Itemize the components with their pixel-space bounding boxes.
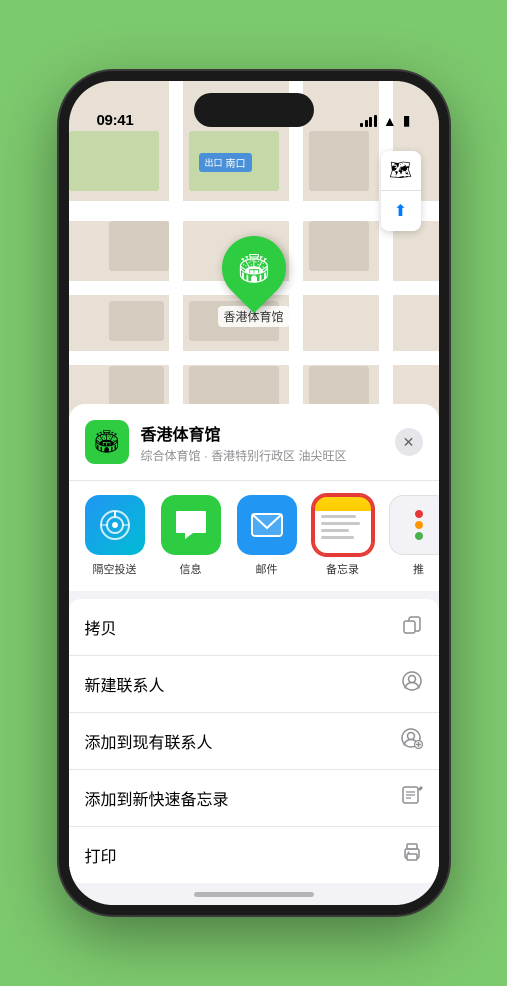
map-location-button[interactable]: ⬆	[381, 191, 421, 231]
action-print-label: 打印	[85, 843, 117, 867]
map-layers-icon: 🗺	[389, 160, 412, 181]
add-existing-contact-icon	[401, 727, 423, 755]
print-icon	[401, 841, 423, 869]
status-time: 09:41	[97, 112, 134, 129]
action-add-quick-note[interactable]: 添加到新快速备忘录	[69, 770, 439, 827]
venue-header: 🏟 香港体育馆 综合体育馆 · 香港特别行政区 油尖旺区 ✕	[69, 404, 439, 481]
share-item-messages[interactable]: 信息	[161, 495, 221, 577]
more-icon	[389, 495, 439, 555]
mail-icon	[237, 495, 297, 555]
dynamic-island	[194, 93, 314, 127]
messages-label: 信息	[180, 561, 202, 577]
bottom-sheet: 🏟 香港体育馆 综合体育馆 · 香港特别行政区 油尖旺区 ✕	[69, 404, 439, 905]
airdrop-label: 隔空投送	[93, 561, 137, 577]
share-row: 隔空投送 信息 邮件	[69, 481, 439, 591]
map-layers-button[interactable]: 🗺	[381, 151, 421, 191]
signal-bars-icon	[360, 115, 377, 127]
battery-icon: ▮	[403, 112, 411, 129]
stadium-icon: 🏟	[236, 252, 272, 285]
venue-icon: 🏟	[85, 420, 129, 464]
home-indicator	[194, 892, 314, 897]
close-button[interactable]: ✕	[395, 428, 423, 456]
location-pin: 🏟 香港体育馆	[217, 236, 289, 327]
map-location-icon: ⬆	[394, 201, 407, 221]
status-icons: ▲ ▮	[360, 112, 410, 129]
share-item-more[interactable]: 推	[389, 495, 439, 577]
map-button-group: 🗺 ⬆	[381, 151, 421, 231]
map-label-nankou: 出口 南口	[199, 153, 252, 172]
notes-icon	[313, 495, 373, 555]
pin-circle: 🏟	[208, 223, 299, 314]
share-item-notes[interactable]: 备忘录	[313, 495, 373, 577]
airdrop-icon	[85, 495, 145, 555]
new-contact-icon	[401, 670, 423, 698]
share-item-mail[interactable]: 邮件	[237, 495, 297, 577]
action-add-existing-label: 添加到现有联系人	[85, 729, 213, 753]
venue-name: 香港体育馆	[141, 421, 383, 445]
action-print[interactable]: 打印	[69, 827, 439, 883]
messages-icon	[161, 495, 221, 555]
more-label: 推	[413, 561, 424, 577]
action-copy-label: 拷贝	[85, 615, 117, 639]
action-list: 拷贝 新建联系人	[69, 599, 439, 883]
action-add-existing-contact[interactable]: 添加到现有联系人	[69, 713, 439, 770]
action-add-quick-note-label: 添加到新快速备忘录	[85, 786, 229, 810]
quick-note-icon	[401, 784, 423, 812]
copy-icon	[401, 613, 423, 641]
venue-subtitle: 综合体育馆 · 香港特别行政区 油尖旺区	[141, 447, 383, 464]
mail-label: 邮件	[256, 561, 278, 577]
venue-info: 香港体育馆 综合体育馆 · 香港特别行政区 油尖旺区	[141, 421, 383, 464]
action-new-contact-label: 新建联系人	[85, 672, 165, 696]
action-new-contact[interactable]: 新建联系人	[69, 656, 439, 713]
notes-label: 备忘录	[326, 561, 359, 577]
phone-frame: 09:41 ▲ ▮ 出	[59, 71, 449, 915]
action-copy[interactable]: 拷贝	[69, 599, 439, 656]
wifi-icon: ▲	[383, 113, 397, 129]
venue-stadium-icon: 🏟	[93, 429, 121, 455]
share-item-airdrop[interactable]: 隔空投送	[85, 495, 145, 577]
